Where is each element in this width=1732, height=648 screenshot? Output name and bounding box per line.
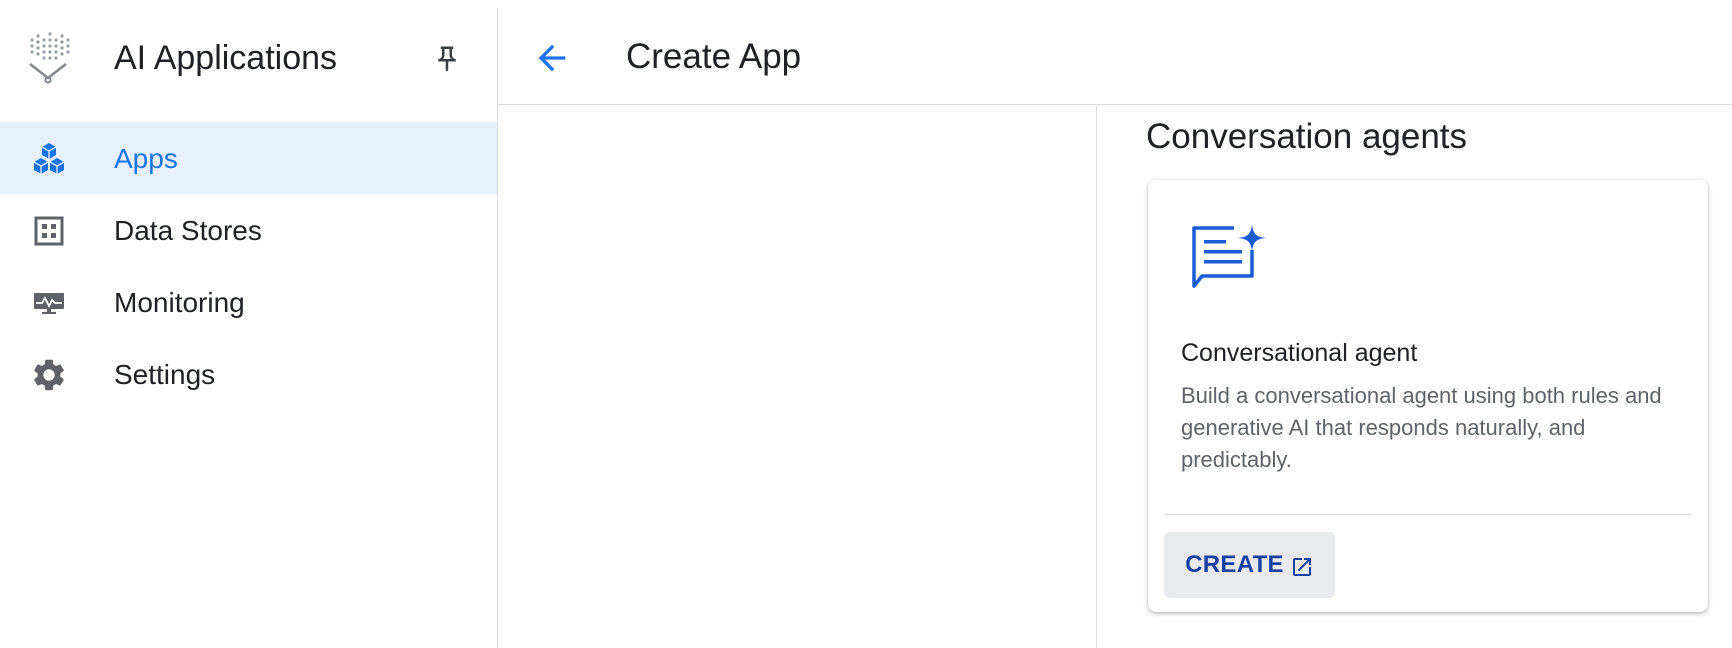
sidebar-item-label: Settings: [114, 359, 216, 390]
apps-cubes-icon: [33, 143, 65, 174]
sidebar-item-data-stores[interactable]: Data Stores: [0, 194, 497, 266]
sidebar-header: AI Applications: [0, 8, 497, 104]
page-title: Create App: [626, 37, 802, 76]
app-title: AI Applications: [114, 39, 338, 77]
open-in-new-icon: [1292, 558, 1311, 576]
back-arrow-icon[interactable]: [532, 38, 572, 78]
gear-icon: [34, 359, 64, 391]
sidebar-item-label: Apps: [114, 143, 178, 174]
card-title: Conversational agent: [1181, 339, 1418, 367]
sidebar: AI Applications Apps Data Stores Monitor…: [0, 8, 498, 648]
sidebar-item-settings[interactable]: Settings: [0, 338, 497, 410]
data-stores-icon: [34, 216, 64, 246]
monitoring-icon: [34, 293, 64, 314]
pin-icon[interactable]: [432, 44, 462, 74]
sidebar-item-label: Data Stores: [114, 215, 262, 246]
content-divider: [1096, 106, 1097, 648]
chat-sparkle-icon: [1192, 224, 1266, 288]
create-button[interactable]: CREATE: [1164, 532, 1335, 598]
card-description: Build a conversational agent using both …: [1181, 383, 1662, 472]
ai-applications-logo-icon: [29, 32, 70, 84]
card-divider: [1164, 514, 1692, 515]
conversational-agent-card: Conversational agent Build a conversatio…: [1148, 180, 1708, 612]
sidebar-item-label: Monitoring: [114, 287, 245, 318]
section-title: Conversation agents: [1146, 117, 1468, 156]
main-header: Create App: [498, 8, 1732, 105]
sidebar-item-apps[interactable]: Apps: [0, 122, 497, 194]
create-button-label: CREATE: [1185, 551, 1284, 578]
sidebar-item-monitoring[interactable]: Monitoring: [0, 266, 497, 338]
sidebar-nav: Apps Data Stores Monitoring Settings: [0, 122, 497, 410]
